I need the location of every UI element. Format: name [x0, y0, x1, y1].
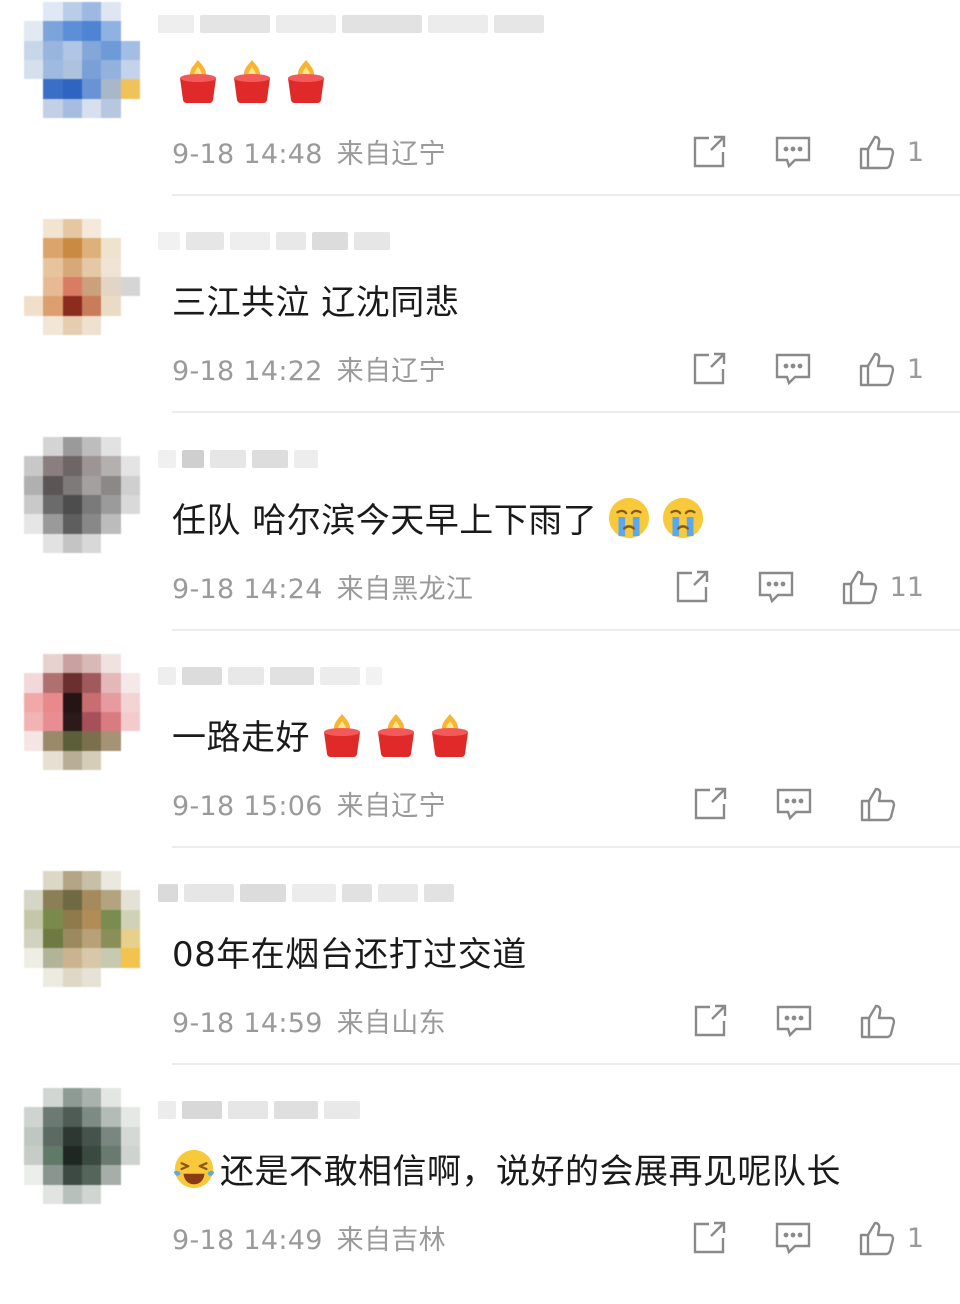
comment-time: 9-18 14:24	[172, 574, 323, 605]
comment-location: 来自山东	[336, 1008, 446, 1039]
comment-meta: 9-18 15:06 来自辽宁	[172, 784, 446, 823]
candle-icon	[234, 60, 270, 104]
comment-item: 还是不敢相信啊，说好的会展再见呢队长 9-18 14:49 来自吉林 1	[0, 1086, 960, 1304]
comment-text: 还是不敢相信啊，说好的会展再见呢队长	[220, 1152, 841, 1192]
divider	[172, 1063, 960, 1065]
crying-face-icon	[609, 497, 650, 538]
comment-time: 9-18 14:49	[172, 1225, 323, 1256]
share-icon[interactable]	[690, 1001, 730, 1041]
comment-item: 9-18 14:48 来自辽宁 1	[0, 0, 960, 218]
username-blurred[interactable]	[158, 6, 550, 42]
comment-time: 9-18 14:48	[172, 139, 323, 170]
laughing-crying-face-icon	[173, 1149, 215, 1188]
avatar[interactable]	[24, 2, 140, 118]
comment-location: 来自辽宁	[336, 356, 446, 387]
comment-icon[interactable]	[756, 567, 796, 607]
comment-content: 任队 哈尔滨今天早上下雨了	[172, 493, 705, 542]
comment-text: 一路走好	[172, 718, 310, 758]
candle-icon	[180, 60, 216, 104]
like-count: 1	[906, 353, 924, 385]
comment-content: 一路走好	[172, 710, 472, 759]
comment-meta: 9-18 14:49 来自吉林	[172, 1218, 446, 1257]
candle-icon	[288, 60, 324, 104]
avatar[interactable]	[24, 437, 140, 553]
candle-icon	[432, 713, 468, 757]
comment-icon[interactable]	[773, 1218, 813, 1258]
like-count: 1	[906, 136, 924, 168]
comment-item: 任队 哈尔滨今天早上下雨了 9-18 14:24 来自黑龙江 11	[0, 435, 960, 653]
comment-item: 一路走好 9-18 15:06 来自辽宁	[0, 652, 960, 870]
comment-item: 08年在烟台还打过交道 9-18 14:59 来自山东	[0, 869, 960, 1087]
comment-item: 三江共泣 辽沈同悲 9-18 14:22 来自辽宁 1	[0, 217, 960, 435]
comment-content	[172, 58, 328, 104]
comment-icon[interactable]	[774, 784, 814, 824]
candle-icon	[324, 713, 360, 757]
avatar[interactable]	[24, 219, 140, 335]
username-blurred[interactable]	[158, 223, 396, 259]
comment-location: 来自黑龙江	[336, 574, 474, 605]
crying-face-icon	[663, 497, 704, 538]
divider	[172, 411, 960, 413]
comment-location: 来自辽宁	[336, 139, 446, 170]
divider	[172, 846, 960, 848]
share-icon[interactable]	[672, 567, 712, 607]
avatar[interactable]	[24, 654, 140, 770]
comment-time: 9-18 14:22	[172, 356, 323, 387]
comment-location: 来自辽宁	[336, 791, 446, 822]
comment-actions	[690, 999, 924, 1043]
comment-content: 三江共泣 辽沈同悲	[172, 275, 459, 324]
thumbs-up-icon[interactable]	[840, 567, 880, 607]
divider	[172, 629, 960, 631]
comment-actions	[690, 782, 924, 826]
comment-icon[interactable]	[773, 349, 813, 389]
comment-icon[interactable]	[773, 132, 813, 172]
comment-meta: 9-18 14:48 来自辽宁	[172, 132, 446, 171]
divider	[172, 194, 960, 196]
avatar[interactable]	[24, 871, 140, 987]
comment-meta: 9-18 14:24 来自黑龙江	[172, 567, 473, 606]
username-blurred[interactable]	[158, 875, 460, 911]
candle-icon	[378, 713, 414, 757]
username-blurred[interactable]	[158, 1092, 366, 1128]
share-icon[interactable]	[689, 132, 729, 172]
comment-text: 08年在烟台还打过交道	[172, 935, 527, 975]
like-count: 1	[906, 1222, 924, 1254]
comment-time: 9-18 15:06	[172, 791, 323, 822]
comment-icon[interactable]	[774, 1001, 814, 1041]
avatar[interactable]	[24, 1088, 140, 1204]
comment-location: 来自吉林	[336, 1225, 446, 1256]
comment-actions: 11	[672, 565, 924, 609]
comment-time: 9-18 14:59	[172, 1008, 323, 1039]
thumbs-up-icon[interactable]	[857, 349, 897, 389]
thumbs-up-icon[interactable]	[858, 784, 898, 824]
comment-meta: 9-18 14:22 来自辽宁	[172, 349, 446, 388]
like-count: 11	[889, 571, 924, 603]
comment-content: 还是不敢相信啊，说好的会展再见呢队长	[172, 1144, 841, 1193]
comment-actions: 1	[689, 347, 924, 391]
comment-content: 08年在烟台还打过交道	[172, 927, 527, 976]
username-blurred[interactable]	[158, 441, 324, 477]
comment-text: 三江共泣 辽沈同悲	[172, 283, 460, 323]
comment-actions: 1	[689, 130, 924, 174]
username-blurred[interactable]	[158, 658, 388, 694]
thumbs-up-icon[interactable]	[858, 1001, 898, 1041]
thumbs-up-icon[interactable]	[857, 132, 897, 172]
share-icon[interactable]	[689, 1218, 729, 1258]
share-icon[interactable]	[689, 349, 729, 389]
thumbs-up-icon[interactable]	[857, 1218, 897, 1258]
comment-meta: 9-18 14:59 来自山东	[172, 1001, 446, 1040]
comment-text: 任队 哈尔滨今天早上下雨了	[172, 501, 598, 541]
share-icon[interactable]	[690, 784, 730, 824]
comment-actions: 1	[689, 1216, 924, 1260]
